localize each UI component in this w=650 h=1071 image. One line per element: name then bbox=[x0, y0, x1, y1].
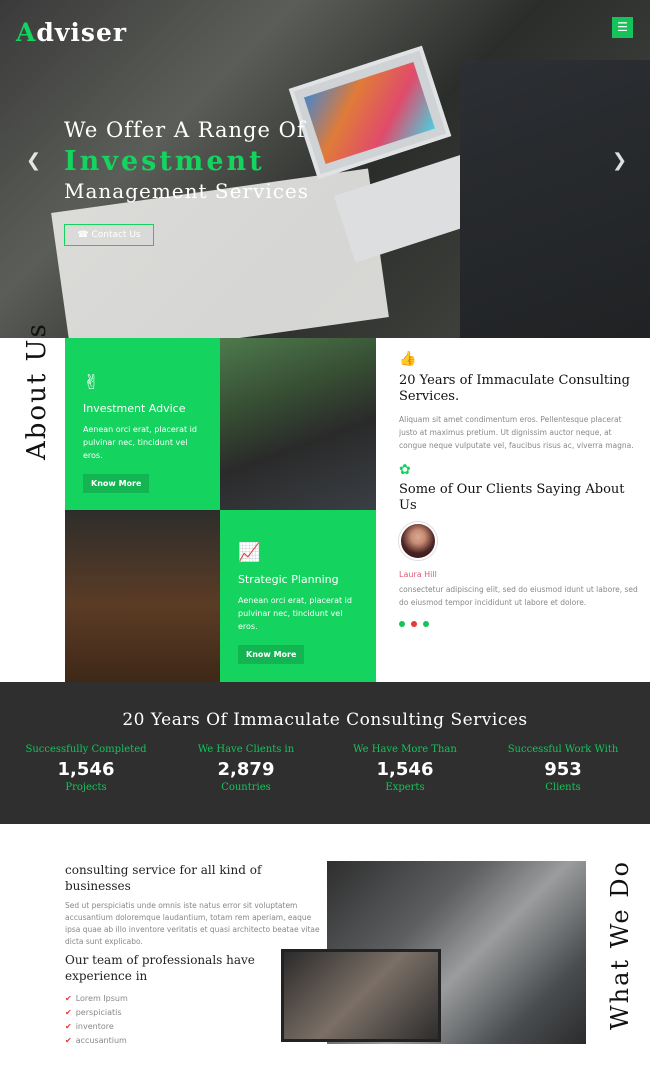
logo-rest: dviser bbox=[36, 18, 128, 47]
list-item: ✔ Lorem Ipsum bbox=[65, 992, 325, 1006]
list-item-label: accusantium bbox=[75, 1036, 127, 1045]
logo-initial: A bbox=[16, 18, 37, 47]
list-item-label: Lorem Ipsum bbox=[75, 994, 128, 1003]
client-name: Laura Hill bbox=[399, 570, 437, 579]
slider-dots bbox=[399, 621, 639, 627]
about-right-column: 👍 20 Years of Immaculate Consulting Serv… bbox=[399, 338, 639, 627]
stat-sub: Clients bbox=[545, 782, 581, 793]
about-title: About Us bbox=[22, 322, 52, 460]
list-item-label: perspiciatis bbox=[75, 1008, 122, 1017]
stat-item: We Have Clients in 2,879 Countries bbox=[166, 744, 326, 793]
stat-item: Successfully Completed 1,546 Projects bbox=[6, 744, 166, 793]
hero-banner: Adviser ☰ ❮ ❯ We Offer A Range Of Invest… bbox=[0, 0, 650, 338]
tile-investment-advice: ✌ Investment Advice Aenean orci erat, pl… bbox=[65, 338, 221, 510]
list-item-label: inventore bbox=[75, 1022, 114, 1031]
stat-label: We Have More Than bbox=[353, 744, 457, 755]
hero-heading: We Offer A Range Of Investment Managemen… bbox=[64, 118, 309, 203]
avatar bbox=[399, 522, 437, 560]
list-item: ✔ inventore bbox=[65, 1020, 325, 1034]
testimonial-text: consectetur adipiscing elit, sed do eius… bbox=[399, 585, 638, 607]
chevron-left-icon[interactable]: ❮ bbox=[26, 150, 41, 171]
thumbs-up-icon: 👍 bbox=[399, 351, 417, 367]
hero-line-2: Investment bbox=[64, 146, 265, 177]
slider-dot[interactable] bbox=[399, 621, 405, 627]
stat-label: Successfully Completed bbox=[25, 744, 147, 755]
what-we-do-title: What We Do bbox=[606, 860, 634, 1030]
tile-title: Strategic Planning bbox=[238, 573, 339, 586]
contact-us-button[interactable]: ☎ Contact Us bbox=[64, 224, 154, 246]
stat-value: 1,546 bbox=[57, 759, 115, 780]
tile-text: Aenean orci erat, placerat id pulvinar n… bbox=[83, 425, 197, 460]
stat-label: Successful Work With bbox=[507, 744, 619, 755]
experience-list: ✔ Lorem Ipsum ✔ perspiciatis ✔ inventore ✔ a… bbox=[65, 992, 325, 1048]
know-more-button[interactable]: Know More bbox=[238, 645, 305, 664]
stat-sub: Experts bbox=[385, 782, 425, 793]
what-we-do-text: consulting service for all kind of busin… bbox=[65, 862, 325, 1048]
tile-text: Aenean orci erat, placerat id pulvinar n… bbox=[238, 596, 352, 631]
stat-item: We Have More Than 1,546 Experts bbox=[325, 744, 485, 793]
group-icon: ✿ bbox=[399, 462, 411, 478]
about-section: ✌ Investment Advice Aenean orci erat, pl… bbox=[0, 338, 650, 682]
check-icon: ✔ bbox=[65, 1022, 72, 1031]
stat-value: 2,879 bbox=[217, 759, 275, 780]
section-heading: consulting service for all kind of busin… bbox=[65, 863, 262, 893]
check-icon: ✔ bbox=[65, 994, 72, 1003]
section-heading: Our team of professionals have experienc… bbox=[65, 953, 255, 983]
slider-dot[interactable] bbox=[411, 621, 417, 627]
check-icon: ✔ bbox=[65, 1008, 72, 1017]
hero-arm-right bbox=[460, 60, 650, 338]
know-more-button[interactable]: Know More bbox=[83, 474, 150, 493]
block-title: 20 Years of Immaculate Consulting Servic… bbox=[399, 373, 630, 404]
hamburger-icon[interactable]: ☰ bbox=[612, 17, 633, 38]
hero-line-3: Management Services bbox=[64, 179, 310, 203]
phone-icon: ☎ bbox=[77, 230, 89, 240]
stats-section: 20 Years Of Immaculate Consulting Servic… bbox=[0, 682, 650, 824]
stat-value: 953 bbox=[544, 759, 582, 780]
hero-line-1: We Offer A Range Of bbox=[64, 118, 306, 142]
victory-hand-icon: ✌ bbox=[83, 370, 100, 394]
photo-meeting-table bbox=[65, 510, 221, 682]
list-item: ✔ accusantium bbox=[65, 1034, 325, 1048]
slider-dot[interactable] bbox=[423, 621, 429, 627]
check-icon: ✔ bbox=[65, 1036, 72, 1045]
stats-title: 20 Years Of Immaculate Consulting Servic… bbox=[122, 710, 528, 730]
block-text: Aliquam sit amet condimentum eros. Pelle… bbox=[399, 415, 634, 450]
tile-strategic-planning: 📈 Strategic Planning Aenean orci erat, p… bbox=[220, 510, 376, 682]
stat-label: We Have Clients in bbox=[197, 744, 295, 755]
logo[interactable]: Adviser bbox=[16, 18, 127, 47]
chevron-right-icon[interactable]: ❯ bbox=[612, 150, 627, 171]
stat-sub: Countries bbox=[221, 782, 271, 793]
contact-us-label: Contact Us bbox=[91, 230, 141, 240]
chart-up-icon: 📈 bbox=[238, 542, 261, 563]
photo-businessman-laptop bbox=[220, 338, 376, 510]
stat-item: Successful Work With 953 Clients bbox=[483, 744, 643, 793]
stat-sub: Projects bbox=[65, 782, 107, 793]
tile-title: Investment Advice bbox=[83, 402, 186, 415]
block-title: Some of Our Clients Saying About Us bbox=[399, 482, 625, 513]
what-we-do-section: consulting service for all kind of busin… bbox=[0, 824, 650, 1071]
stat-value: 1,546 bbox=[376, 759, 434, 780]
section-text: Sed ut perspiciatis unde omnis iste natu… bbox=[65, 901, 320, 946]
list-item: ✔ perspiciatis bbox=[65, 1006, 325, 1020]
